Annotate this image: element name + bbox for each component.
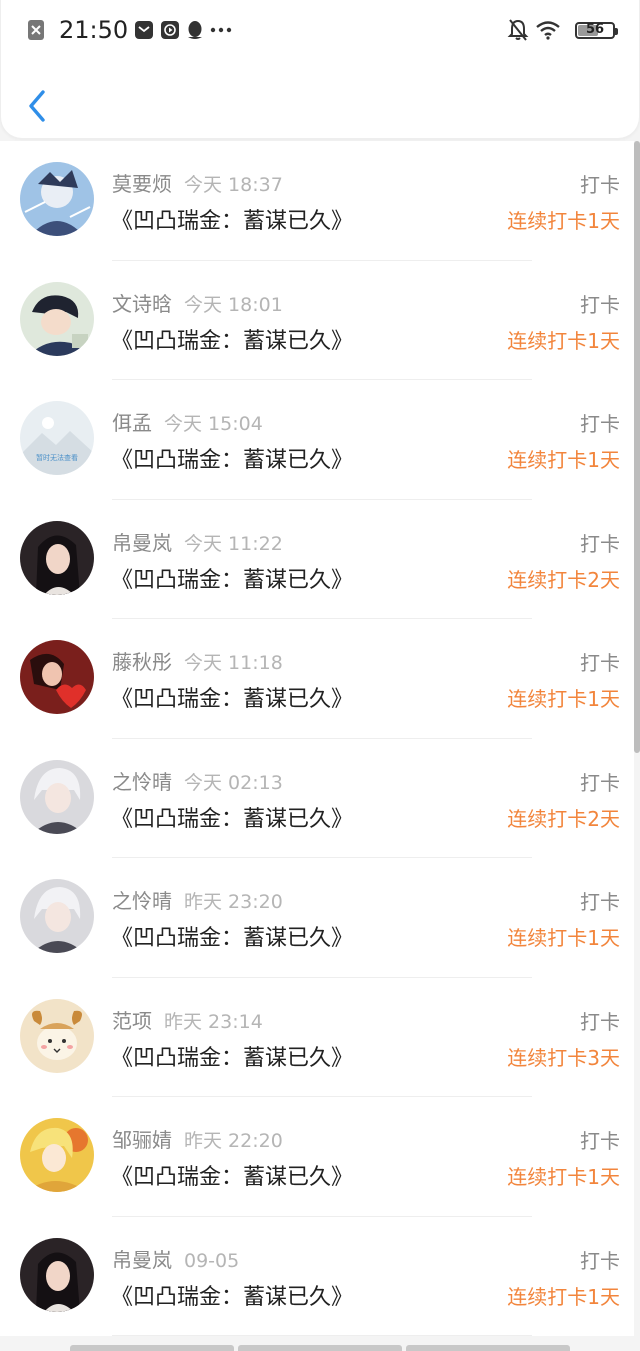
- streak-text: 连续打卡3天: [507, 1045, 620, 1070]
- close-box-icon: [27, 19, 45, 41]
- dark-hair-girl-avatar[interactable]: [20, 520, 94, 595]
- checkin-time: 今天 15:04: [164, 413, 263, 435]
- checkin-tag: 打卡: [580, 1129, 620, 1153]
- streak-text: 连续打卡1天: [507, 1165, 620, 1189]
- divider: [112, 1335, 532, 1336]
- qq-penguin-icon: [186, 19, 204, 41]
- cartoon-sheep-avatar[interactable]: [20, 998, 94, 1073]
- book-title: 《凹凸瑞金：蓄谋已久》: [111, 448, 354, 473]
- checkin-tag: 打卡: [580, 1248, 620, 1273]
- more-dots-icon: [210, 26, 232, 34]
- wifi-icon: [535, 20, 561, 40]
- mail-icon: [134, 20, 154, 40]
- user-name: 文诗晗: [112, 291, 172, 316]
- streak-text: 连续打卡1天: [507, 687, 620, 711]
- checkin-tag: 打卡: [580, 173, 620, 197]
- book-title: 《凹凸瑞金：蓄谋已久》: [111, 567, 354, 593]
- user-name: 帛曼岚: [112, 530, 172, 555]
- white-hair-anime-avatar[interactable]: [20, 879, 94, 953]
- list-item[interactable]: 范项 昨天 23:14 《凹凸瑞金：蓄谋已久》 打卡 连续打卡3天: [0, 977, 634, 1097]
- list-item[interactable]: 藤秋彤 今天 11:18 《凹凸瑞金：蓄谋已久》 打卡 连续打卡1天: [0, 619, 634, 739]
- status-time: 21:50: [59, 16, 129, 44]
- checkin-time: 今天 18:01: [184, 293, 283, 316]
- checkin-time: 昨天 23:20: [184, 891, 283, 913]
- checkin-tag: 打卡: [580, 292, 620, 317]
- avatar-caption: 暂时无法查看: [36, 454, 78, 462]
- checkin-tag: 打卡: [580, 531, 620, 556]
- checkin-tag: 打卡: [580, 890, 620, 914]
- book-title: 《凹凸瑞金：蓄谋已久》: [111, 209, 354, 234]
- checkin-time: 昨天 23:14: [164, 1010, 263, 1033]
- checkin-time: 昨天 22:20: [184, 1130, 283, 1152]
- list-item[interactable]: 文诗晗 今天 18:01 《凹凸瑞金：蓄谋已久》 打卡 连续打卡1天: [0, 260, 634, 380]
- chevron-left-icon: [29, 90, 45, 122]
- user-name: 藤秋彤: [112, 650, 172, 674]
- streak-text: 连续打卡1天: [507, 328, 620, 353]
- list-item[interactable]: 邹骊婧 昨天 22:20 《凹凸瑞金：蓄谋已久》 打卡 连续打卡1天: [0, 1097, 634, 1217]
- scrollbar[interactable]: [634, 141, 640, 753]
- list-item[interactable]: 帛曼岚 今天 11:22 《凹凸瑞金：蓄谋已久》 打卡 连续打卡2天: [0, 499, 634, 619]
- user-name: 范项: [112, 1008, 152, 1033]
- checkin-tag: 打卡: [580, 770, 620, 795]
- battery-icon: 56: [575, 21, 618, 39]
- checkin-tag: 打卡: [580, 1009, 620, 1034]
- yellow-anime-avatar[interactable]: [20, 1118, 94, 1192]
- anime-boy-avatar[interactable]: [20, 162, 94, 236]
- red-heart-avatar[interactable]: [20, 640, 94, 714]
- list-item[interactable]: 之怜晴 今天 02:13 《凹凸瑞金：蓄谋已久》 打卡 连续打卡2天: [0, 738, 634, 858]
- checkin-time: 今天 11:18: [184, 652, 283, 674]
- book-title: 《凹凸瑞金：蓄谋已久》: [111, 687, 354, 712]
- book-title: 《凹凸瑞金：蓄谋已久》: [111, 1165, 354, 1190]
- checkin-list: 莫要烦 今天 18:37 《凹凸瑞金：蓄谋已久》 打卡 连续打卡1天 文诗晗 今天 …: [0, 141, 634, 1336]
- checkin-time: 今天 02:13: [184, 771, 283, 794]
- streak-text: 连续打卡2天: [507, 567, 620, 592]
- sleeping-girl-avatar[interactable]: [20, 281, 94, 356]
- user-name: 莫要烦: [112, 172, 172, 196]
- user-name: 邹骊婧: [112, 1128, 172, 1152]
- list-item[interactable]: 之怜晴 昨天 23:20 《凹凸瑞金：蓄谋已久》 打卡 连续打卡1天: [0, 858, 634, 978]
- video-icon: [160, 20, 180, 40]
- white-hair-anime-avatar[interactable]: [20, 759, 94, 834]
- streak-text: 连续打卡1天: [507, 209, 620, 233]
- battery-level: 56: [585, 21, 605, 37]
- book-title: 《凹凸瑞金：蓄谋已久》: [111, 1045, 354, 1071]
- bell-off-icon: [507, 18, 529, 42]
- streak-text: 连续打卡1天: [507, 1284, 620, 1309]
- book-title: 《凹凸瑞金：蓄谋已久》: [111, 328, 354, 354]
- streak-text: 连续打卡2天: [507, 806, 620, 831]
- user-name: 之怜晴: [112, 889, 172, 913]
- list-item[interactable]: 帛曼岚 09-05 《凹凸瑞金：蓄谋已久》 打卡 连续打卡1天: [0, 1216, 634, 1336]
- user-name: 之怜晴: [112, 769, 172, 794]
- checkin-time: 今天 11:22: [184, 532, 283, 555]
- streak-text: 连续打卡1天: [507, 926, 620, 950]
- book-title: 《凹凸瑞金：蓄谋已久》: [111, 1284, 354, 1310]
- user-name: 佴孟: [112, 411, 152, 435]
- dark-hair-girl-avatar[interactable]: [20, 1237, 94, 1312]
- list-item[interactable]: 莫要烦 今天 18:37 《凹凸瑞金：蓄谋已久》 打卡 连续打卡1天: [0, 141, 634, 261]
- user-name: 帛曼岚: [112, 1247, 172, 1272]
- status-bar: 21:50 56: [1, 0, 640, 58]
- list-item[interactable]: 暂时无法查看 佴孟 今天 15:04 《凹凸瑞金：蓄谋已久》 打卡 连续打卡1天: [0, 380, 634, 500]
- bottom-tab-edges: [70, 1345, 570, 1351]
- checkin-tag: 打卡: [580, 412, 620, 436]
- top-header: 21:50 56: [0, 0, 640, 139]
- checkin-time: 09-05: [184, 1249, 240, 1272]
- streak-text: 连续打卡1天: [507, 448, 620, 472]
- placeholder-avatar[interactable]: 暂时无法查看: [20, 401, 94, 475]
- book-title: 《凹凸瑞金：蓄谋已久》: [111, 926, 354, 951]
- checkin-tag: 打卡: [580, 651, 620, 675]
- checkin-time: 今天 18:37: [184, 174, 283, 196]
- back-button[interactable]: [21, 86, 53, 126]
- book-title: 《凹凸瑞金：蓄谋已久》: [111, 806, 354, 832]
